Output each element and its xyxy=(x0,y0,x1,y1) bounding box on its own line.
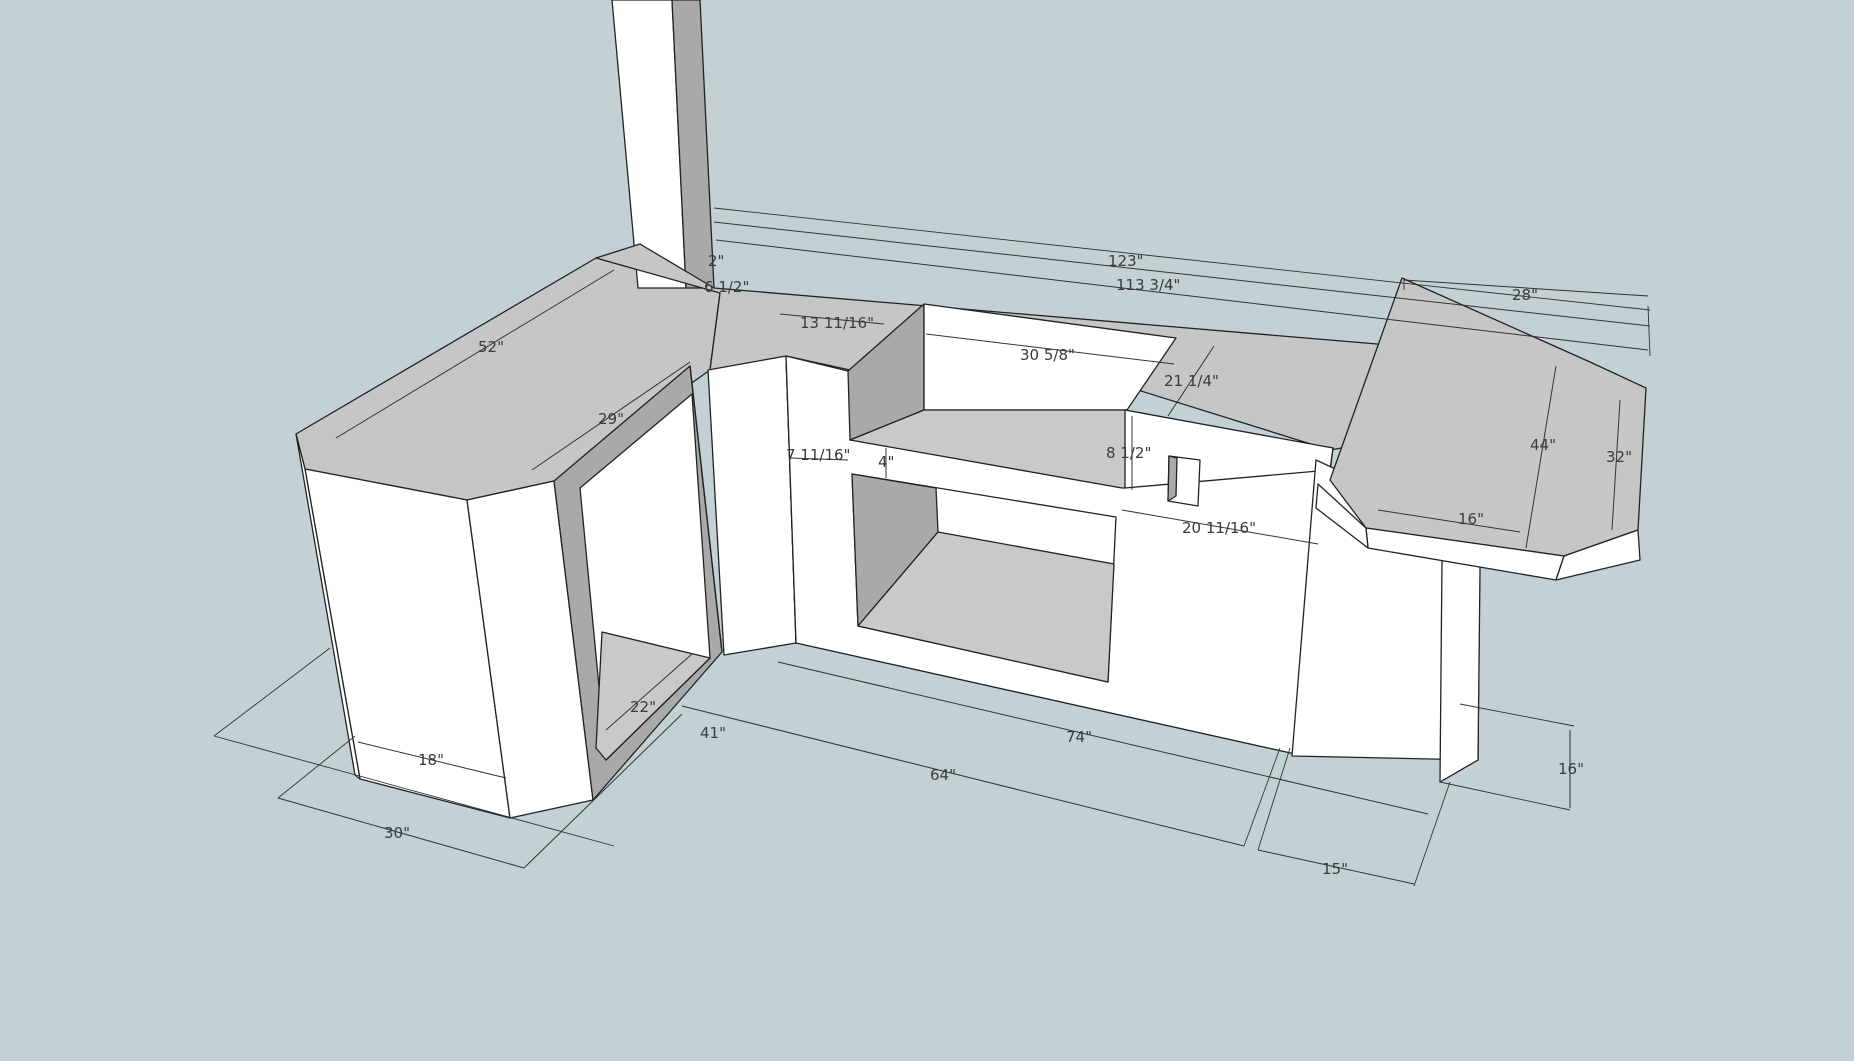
dim-label-30: 30" xyxy=(384,824,410,842)
dim-label-123: 123" xyxy=(1108,252,1144,270)
dim-label-7-11-16: 7 11/16" xyxy=(786,446,850,464)
chimney xyxy=(611,0,715,289)
corner-column-front xyxy=(707,355,797,656)
model-viewport[interactable]: 123" 113 3/4" 28" 2" 6 1/2" 52" 13 11/16… xyxy=(0,0,1854,1056)
dim-label-30-5-8: 30 5/8" xyxy=(1020,346,1075,364)
dim-label-22: 22" xyxy=(630,698,656,716)
bar-base-side xyxy=(1439,535,1481,783)
dim-label-4: 4" xyxy=(878,453,894,471)
dim-label-8-1-2: 8 1/2" xyxy=(1106,444,1151,462)
dim-label-18: 18" xyxy=(418,751,444,769)
dim-label-16-top: 16" xyxy=(1458,510,1484,528)
dim-label-21-1-4: 21 1/4" xyxy=(1164,372,1219,390)
dim-label-52: 52" xyxy=(478,338,504,356)
dim-label-113-3-4: 113 3/4" xyxy=(1116,276,1180,294)
outdoor-kitchen-model: 123" 113 3/4" 28" 2" 6 1/2" 52" 13 11/16… xyxy=(213,0,1651,887)
bar-countertop xyxy=(1329,277,1647,557)
dim-label-32: 32" xyxy=(1606,448,1632,466)
dim-label-13-11-16: 13 11/16" xyxy=(800,314,874,332)
dim-label-15: 15" xyxy=(1322,860,1348,878)
dim-label-74: 74" xyxy=(1066,728,1092,746)
dim-label-41: 41" xyxy=(700,724,726,742)
dim-label-16-side: 16" xyxy=(1558,760,1584,778)
outlet-box-inner xyxy=(1167,455,1178,502)
dim-label-44: 44" xyxy=(1530,436,1556,454)
dim-label-6-1-2: 6 1/2" xyxy=(704,278,749,296)
dim-label-64: 64" xyxy=(930,766,956,784)
dim-label-28: 28" xyxy=(1512,286,1538,304)
dim-label-20-11-16: 20 11/16" xyxy=(1182,519,1256,537)
dim-label-2: 2" xyxy=(708,252,724,270)
dim-label-29: 29" xyxy=(598,410,624,428)
